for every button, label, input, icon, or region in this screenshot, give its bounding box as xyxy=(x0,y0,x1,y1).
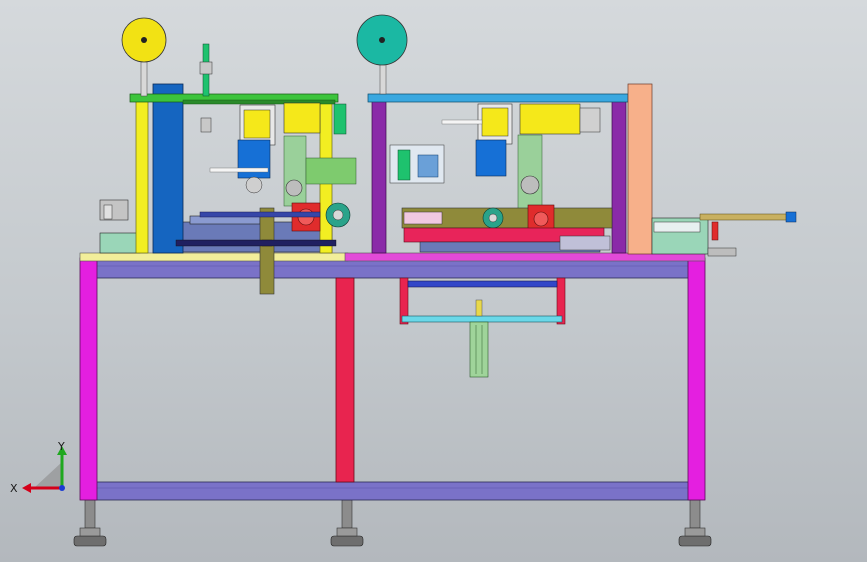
under-table-lift xyxy=(399,277,566,378)
cad-viewport[interactable]: Y X xyxy=(0,0,867,562)
leveling-feet xyxy=(73,499,712,547)
y-axis-label: Y xyxy=(58,440,65,453)
machine-model[interactable] xyxy=(0,0,867,562)
right-station xyxy=(356,14,653,255)
x-axis-label: X xyxy=(10,482,18,495)
air-cylinder xyxy=(651,211,797,257)
axis-triad: Y X xyxy=(10,440,80,510)
base-frame xyxy=(79,252,706,501)
left-station xyxy=(99,17,357,295)
z-axis-dot xyxy=(59,485,65,491)
